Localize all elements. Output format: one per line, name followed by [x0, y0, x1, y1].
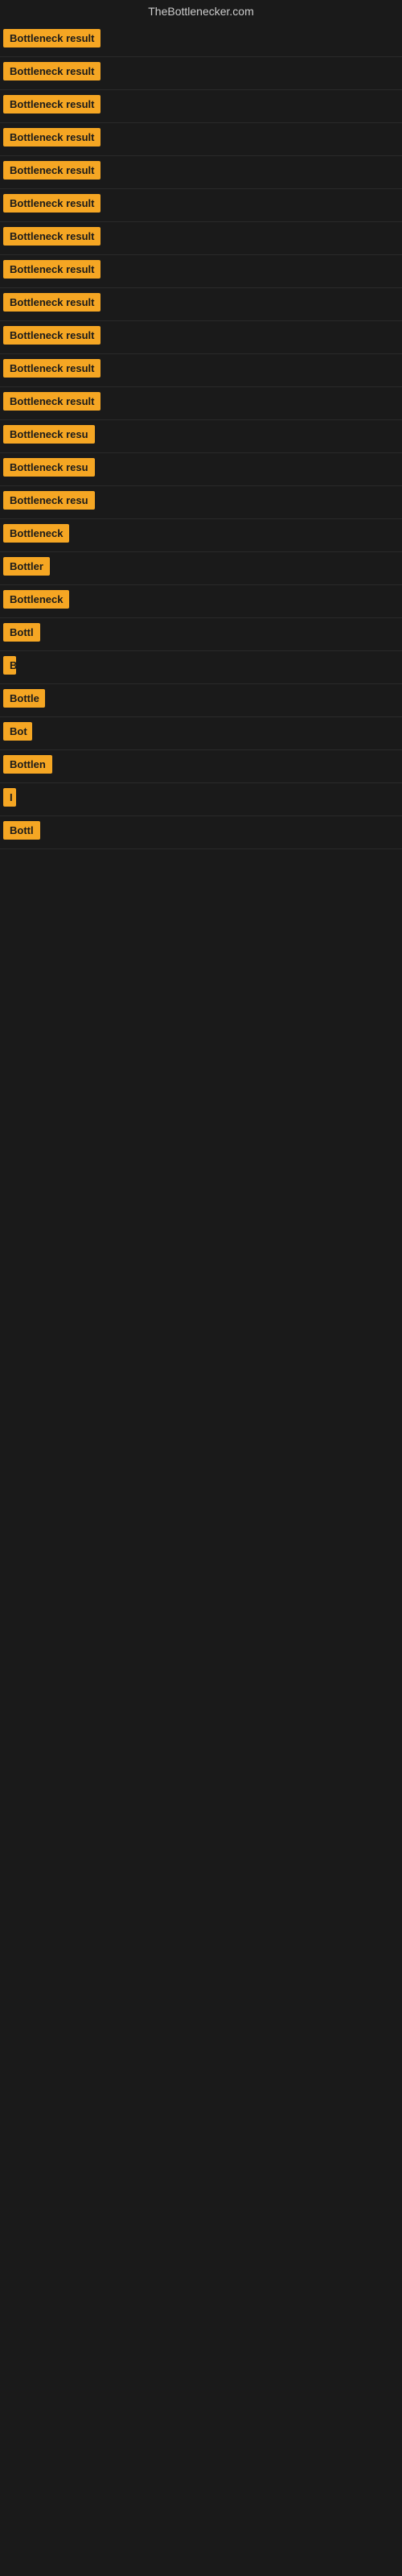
bottleneck-badge[interactable]: Bottleneck resu — [3, 491, 95, 510]
bottleneck-badge[interactable]: I — [3, 788, 16, 807]
list-item: Bottleneck result — [0, 354, 402, 387]
list-item: Bottleneck result — [0, 321, 402, 354]
list-item: Bottleneck — [0, 519, 402, 552]
bottleneck-badge[interactable]: Bottlen — [3, 755, 52, 774]
list-item: Bottleneck result — [0, 57, 402, 90]
list-item: Bottlen — [0, 750, 402, 783]
list-item: Bottleneck result — [0, 189, 402, 222]
list-item: Bottleneck result — [0, 123, 402, 156]
bottleneck-badge[interactable]: Bottleneck result — [3, 62, 100, 80]
list-item: Bottleneck result — [0, 222, 402, 255]
list-item: Bottleneck result — [0, 255, 402, 288]
bottleneck-badge[interactable]: Bottler — [3, 557, 50, 576]
bottleneck-badge[interactable]: Bottleneck — [3, 524, 69, 543]
list-item: Bottleneck result — [0, 156, 402, 189]
bottleneck-badge[interactable]: Bottleneck result — [3, 128, 100, 147]
list-item: B — [0, 651, 402, 684]
bottleneck-badge[interactable]: Bottleneck result — [3, 293, 100, 312]
bottleneck-badge[interactable]: Bottleneck resu — [3, 458, 95, 477]
bottleneck-badge[interactable]: Bottl — [3, 623, 40, 642]
list-item: Bottleneck — [0, 585, 402, 618]
bottleneck-badge[interactable]: Bot — [3, 722, 32, 741]
bottleneck-badge[interactable]: Bottleneck result — [3, 392, 100, 411]
bottleneck-badge[interactable]: Bottleneck result — [3, 95, 100, 114]
rows-container: Bottleneck result Bottleneck result Bottle… — [0, 24, 402, 849]
list-item: Bottleneck result — [0, 288, 402, 321]
bottleneck-badge[interactable]: Bottle — [3, 689, 45, 708]
list-item: Bot — [0, 717, 402, 750]
list-item: Bottleneck resu — [0, 420, 402, 453]
list-item: I — [0, 783, 402, 816]
bottleneck-badge[interactable]: B — [3, 656, 16, 675]
list-item: Bottleneck result — [0, 24, 402, 57]
bottleneck-badge[interactable]: Bottleneck result — [3, 161, 100, 180]
bottleneck-badge[interactable]: Bottl — [3, 821, 40, 840]
bottleneck-badge[interactable]: Bottleneck result — [3, 29, 100, 47]
list-item: Bottle — [0, 684, 402, 717]
bottleneck-badge[interactable]: Bottleneck — [3, 590, 69, 609]
list-item: Bottleneck result — [0, 90, 402, 123]
list-item: Bottl — [0, 816, 402, 849]
bottleneck-badge[interactable]: Bottleneck result — [3, 359, 100, 378]
list-item: Bottler — [0, 552, 402, 585]
bottleneck-badge[interactable]: Bottleneck resu — [3, 425, 95, 444]
bottleneck-badge[interactable]: Bottleneck result — [3, 260, 100, 279]
list-item: Bottleneck resu — [0, 453, 402, 486]
page-container: TheBottlenecker.com Bottleneck resultBot… — [0, 0, 402, 849]
list-item: Bottleneck result — [0, 387, 402, 420]
list-item: Bottleneck resu — [0, 486, 402, 519]
site-title: TheBottlenecker.com — [0, 0, 402, 24]
bottleneck-badge[interactable]: Bottleneck result — [3, 227, 100, 246]
list-item: Bottl — [0, 618, 402, 651]
bottleneck-badge[interactable]: Bottleneck result — [3, 326, 100, 345]
bottleneck-badge[interactable]: Bottleneck result — [3, 194, 100, 213]
